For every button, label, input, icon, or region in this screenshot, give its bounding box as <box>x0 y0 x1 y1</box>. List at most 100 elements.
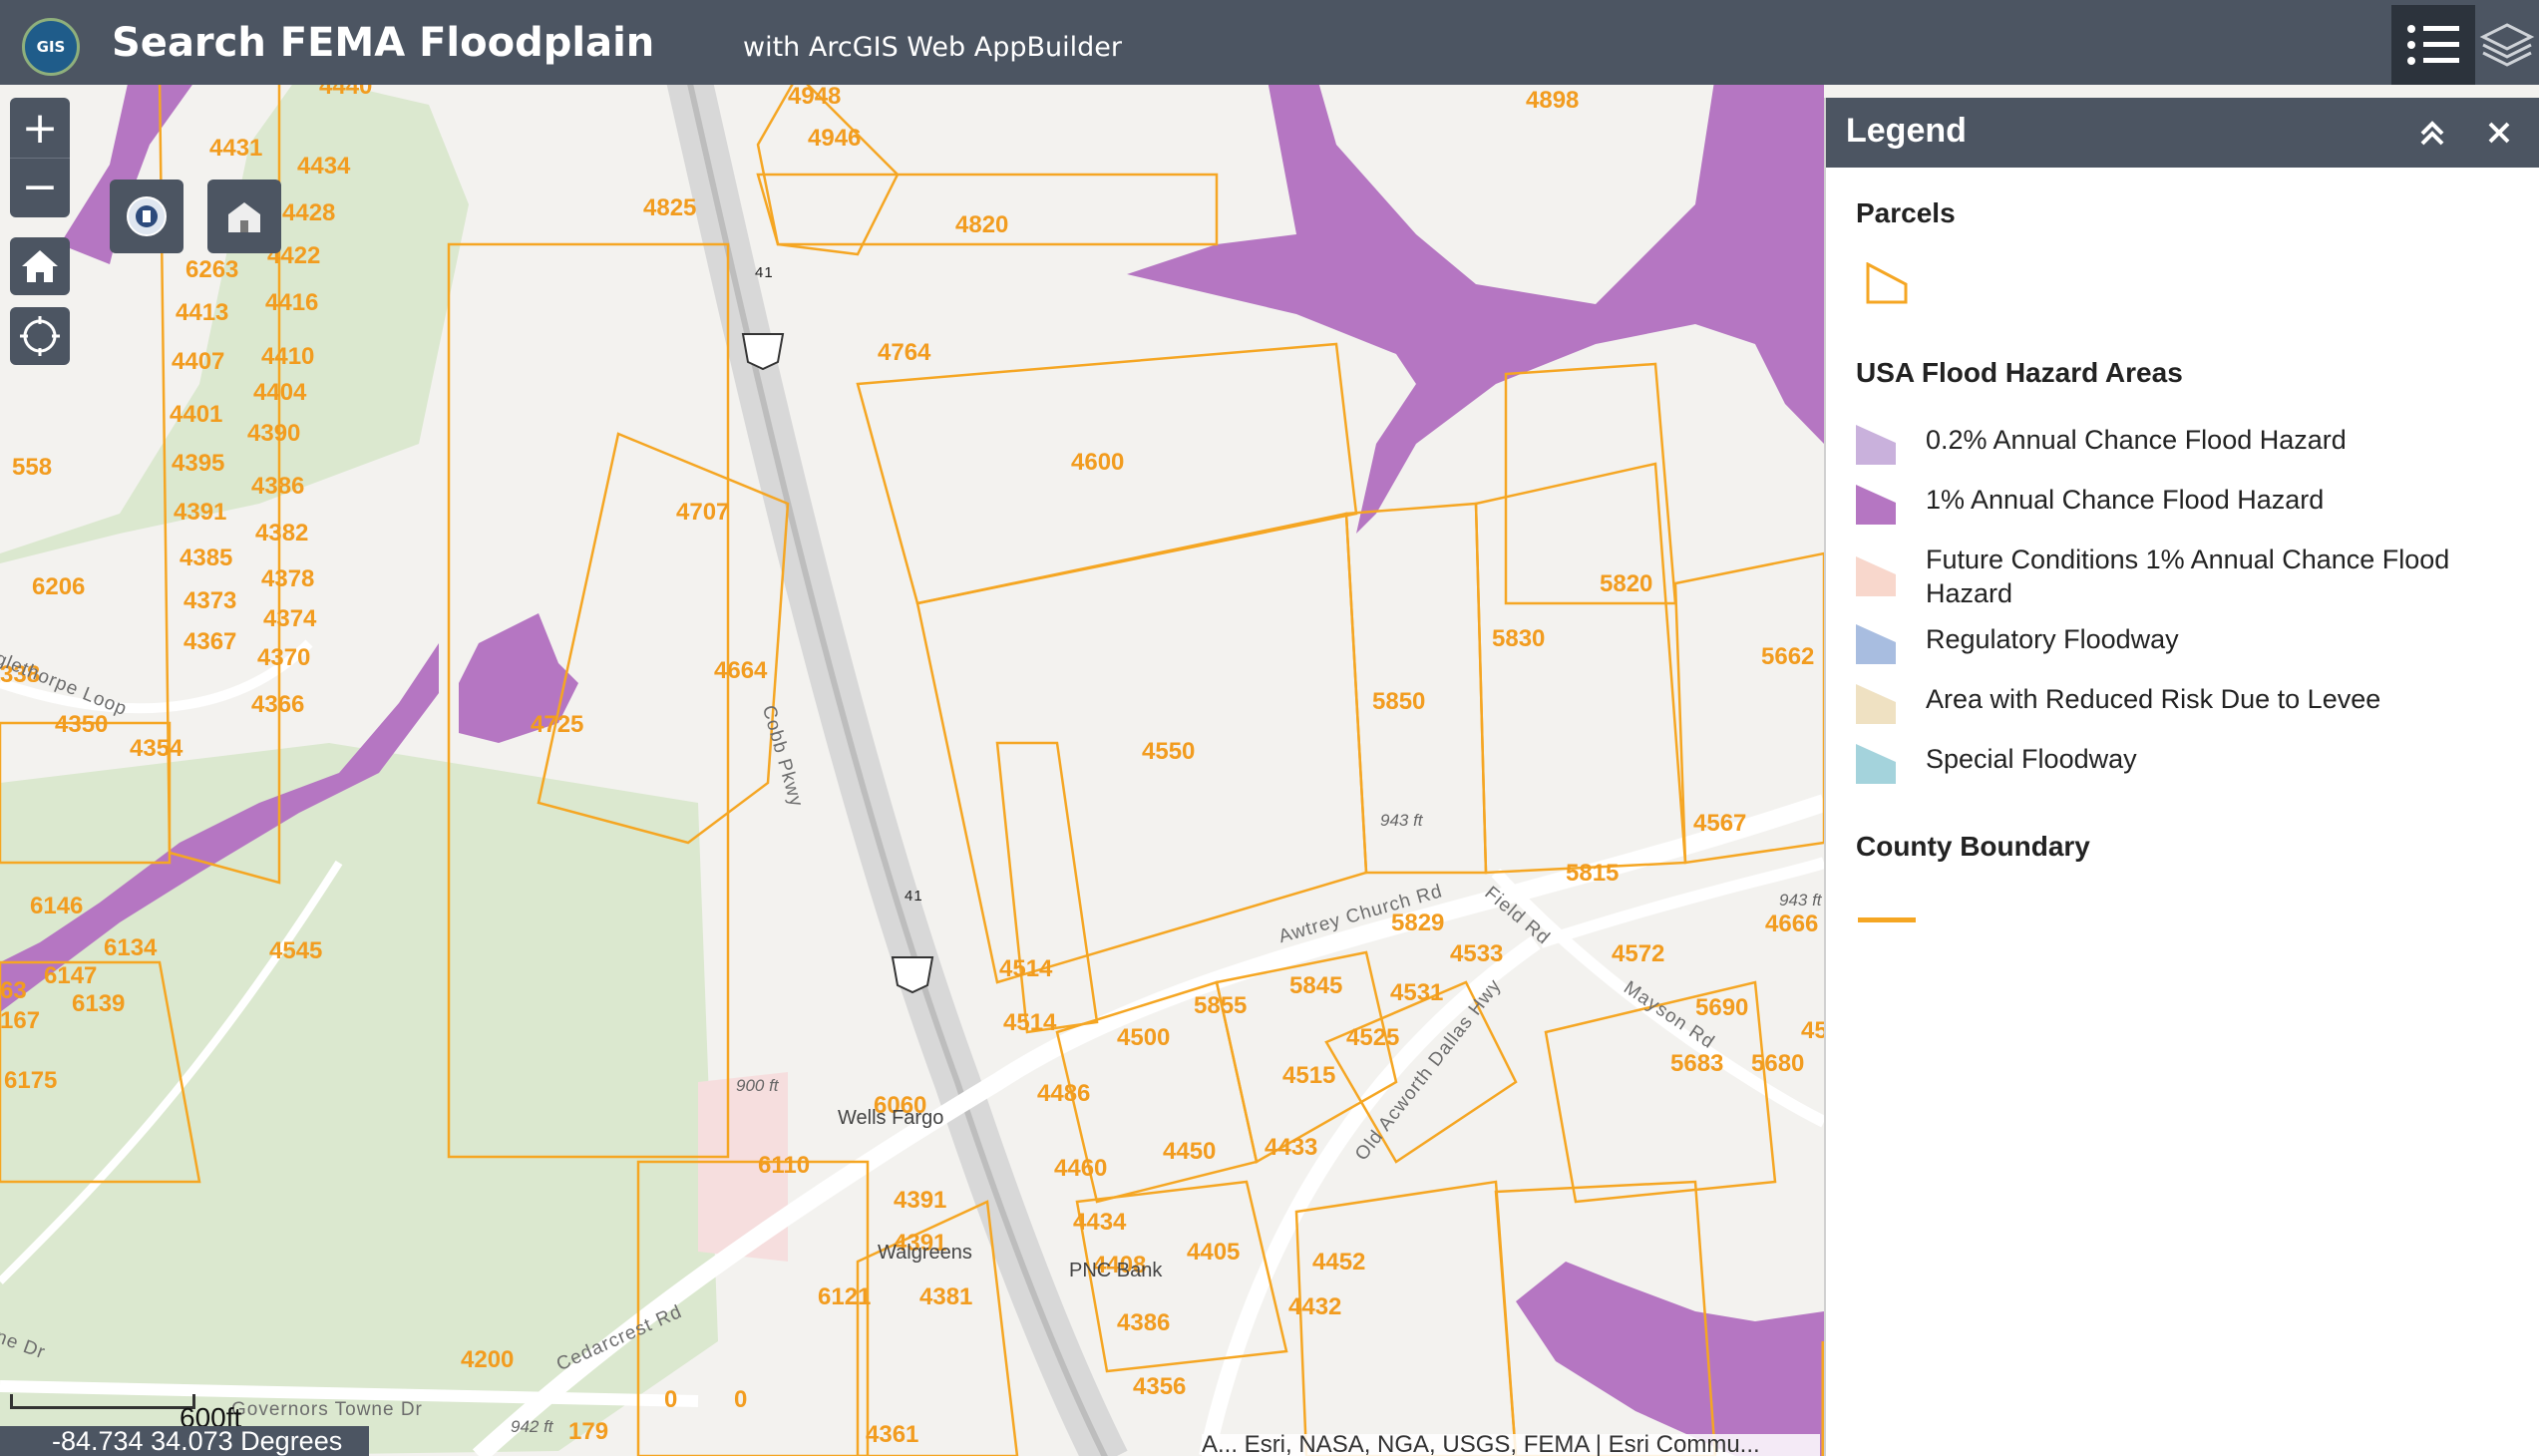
parcel-label: 4434 <box>1073 1209 1127 1236</box>
parcel-label: 4825 <box>643 194 697 221</box>
legend-item-flood: Regulatory Floodway <box>1856 614 2504 674</box>
parcel-label: 4374 <box>263 605 317 632</box>
parcel-label: 4433 <box>1265 1134 1318 1161</box>
close-icon <box>2488 122 2510 144</box>
parcel-label: 4525 <box>1346 1024 1400 1051</box>
parcel-label: 6147 <box>44 962 98 989</box>
legend-toggle-button[interactable] <box>2391 5 2475 85</box>
home-button[interactable] <box>10 237 70 295</box>
legend-section-county: County Boundary <box>1856 831 2090 862</box>
parcel-label: 4395 <box>172 450 225 477</box>
hwy-shield-label-2: 41 <box>905 888 923 905</box>
fema-seal-icon <box>127 196 167 236</box>
zoom-out-button[interactable]: − <box>10 159 70 216</box>
parcel-label: 6134 <box>104 934 158 961</box>
parcel-label: 6139 <box>72 990 126 1017</box>
parcel-label: 4460 <box>1054 1155 1108 1182</box>
poi-label-wells-fargo: Wells Fargo <box>838 1107 944 1129</box>
locate-button[interactable] <box>10 307 70 365</box>
parcel-label: 4367 <box>183 628 237 655</box>
parcel-label: 4434 <box>297 153 351 180</box>
parcel-label: 5683 <box>1670 1050 1724 1077</box>
parcel-label: 4391 <box>174 499 227 526</box>
parcel-label: 5680 <box>1751 1050 1805 1077</box>
parcel-label: 4428 <box>282 199 336 226</box>
parcel-label: 4440 <box>319 85 373 100</box>
legend-collapse-button[interactable] <box>2414 118 2450 148</box>
zoom-control: + − <box>10 98 70 217</box>
parcel-label: 4410 <box>261 343 315 370</box>
parcel-label: 45 <box>1801 1017 1824 1044</box>
hwy-shield-label-1: 41 <box>755 264 774 281</box>
parcel-label: 4898 <box>1526 87 1580 114</box>
parcel-label: 4200 <box>461 1346 515 1373</box>
legend-section-parcels: Parcels <box>1856 197 1956 228</box>
parcel-label: 4500 <box>1117 1024 1171 1051</box>
parcel-label: 4404 <box>253 379 307 406</box>
parcel-label: 5690 <box>1695 994 1749 1021</box>
legend-header: Legend <box>1826 98 2539 168</box>
legend-title: Legend <box>1846 112 1967 150</box>
legend-panel: Legend Parcels USA Flood Hazard Areas 0.… <box>1824 98 2539 1456</box>
poi-label-walgreens: Walgreens <box>878 1242 972 1264</box>
legend-item-label: Special Floodway <box>1926 744 2137 774</box>
parcel-label: 4416 <box>265 289 319 316</box>
parcel-label: 6175 <box>4 1067 58 1094</box>
swatch-future-icon <box>1856 556 1896 596</box>
swatch-levee-icon <box>1856 684 1896 724</box>
legend-section-flood: USA Flood Hazard Areas <box>1856 357 2183 388</box>
app-subtitle: with ArcGIS Web AppBuilder <box>743 32 1122 63</box>
parcel-label: 63 <box>0 977 27 1004</box>
fema-widget-button[interactable] <box>110 180 183 253</box>
legend-item-flood: Special Floodway <box>1856 734 2504 794</box>
parcel-label: 4373 <box>183 587 237 614</box>
building-icon <box>228 202 260 232</box>
parcel-label: 4567 <box>1693 810 1747 837</box>
parcel-label: 4666 <box>1765 910 1819 937</box>
county-boundary-swatch <box>1858 917 1916 922</box>
parcel-label: 4600 <box>1071 449 1125 476</box>
parcel-label: 5815 <box>1566 860 1620 887</box>
layers-icon <box>2479 23 2535 67</box>
home-icon <box>22 250 58 282</box>
parcel-label: 4386 <box>1117 1309 1171 1336</box>
legend-close-button[interactable] <box>2484 118 2514 148</box>
locate-icon <box>20 316 60 356</box>
parcel-label: 4354 <box>130 735 183 762</box>
legend-list-icon <box>2407 25 2459 65</box>
map-view[interactable]: 41 41 4440 4431 4434 4428 4422 6263 4416… <box>0 85 1824 1456</box>
layer-list-button[interactable] <box>2475 5 2539 85</box>
parcel-label: 167 <box>0 1007 41 1034</box>
parcel-label: 4515 <box>1282 1062 1336 1089</box>
parcel-label: 179 <box>568 1418 609 1445</box>
parcel-label: 4366 <box>251 691 305 718</box>
parcel-label: 4350 <box>55 711 109 738</box>
legend-item-label: Future Conditions 1% Annual Chance Flood… <box>1926 545 2450 608</box>
parcel-label: 4550 <box>1142 738 1196 765</box>
coordinate-readout: -84.734 34.073 Degrees <box>0 1426 369 1456</box>
parcel-label: 5850 <box>1372 688 1426 715</box>
parcel-label: 4946 <box>808 125 862 152</box>
parcel-label: 4486 <box>1037 1080 1091 1107</box>
parcel-label: 5855 <box>1194 992 1248 1019</box>
parcel-label: 6263 <box>185 256 239 283</box>
parcel-label: 4361 <box>866 1421 919 1448</box>
parcel-label: 4533 <box>1450 940 1504 967</box>
parcel-label: 0 <box>734 1386 748 1413</box>
swatch-regulatory-floodway-icon <box>1856 624 1896 664</box>
parcel-label: 4531 <box>1390 979 1444 1006</box>
map-attribution: A... Esri, NASA, NGA, USGS, FEMA | Esri … <box>1202 1434 1820 1456</box>
parcel-label: 4707 <box>676 499 730 526</box>
parcel-label: 5830 <box>1492 625 1546 652</box>
parcel-label: 4356 <box>1133 1373 1187 1400</box>
basemap-gallery-button[interactable] <box>207 180 281 253</box>
zoom-in-button[interactable]: + <box>10 100 70 159</box>
legend-item-label: Regulatory Floodway <box>1926 624 2179 654</box>
parcel-label: 4381 <box>919 1283 973 1310</box>
parcel-label: 6146 <box>30 893 84 919</box>
parcel-label: 4370 <box>257 644 311 671</box>
parcel-label: 4432 <box>1288 1293 1342 1320</box>
legend-item-label: 0.2% Annual Chance Flood Hazard <box>1926 425 2347 455</box>
gis-logo: GIS <box>22 18 80 76</box>
legend-item-label: Area with Reduced Risk Due to Levee <box>1926 684 2381 714</box>
